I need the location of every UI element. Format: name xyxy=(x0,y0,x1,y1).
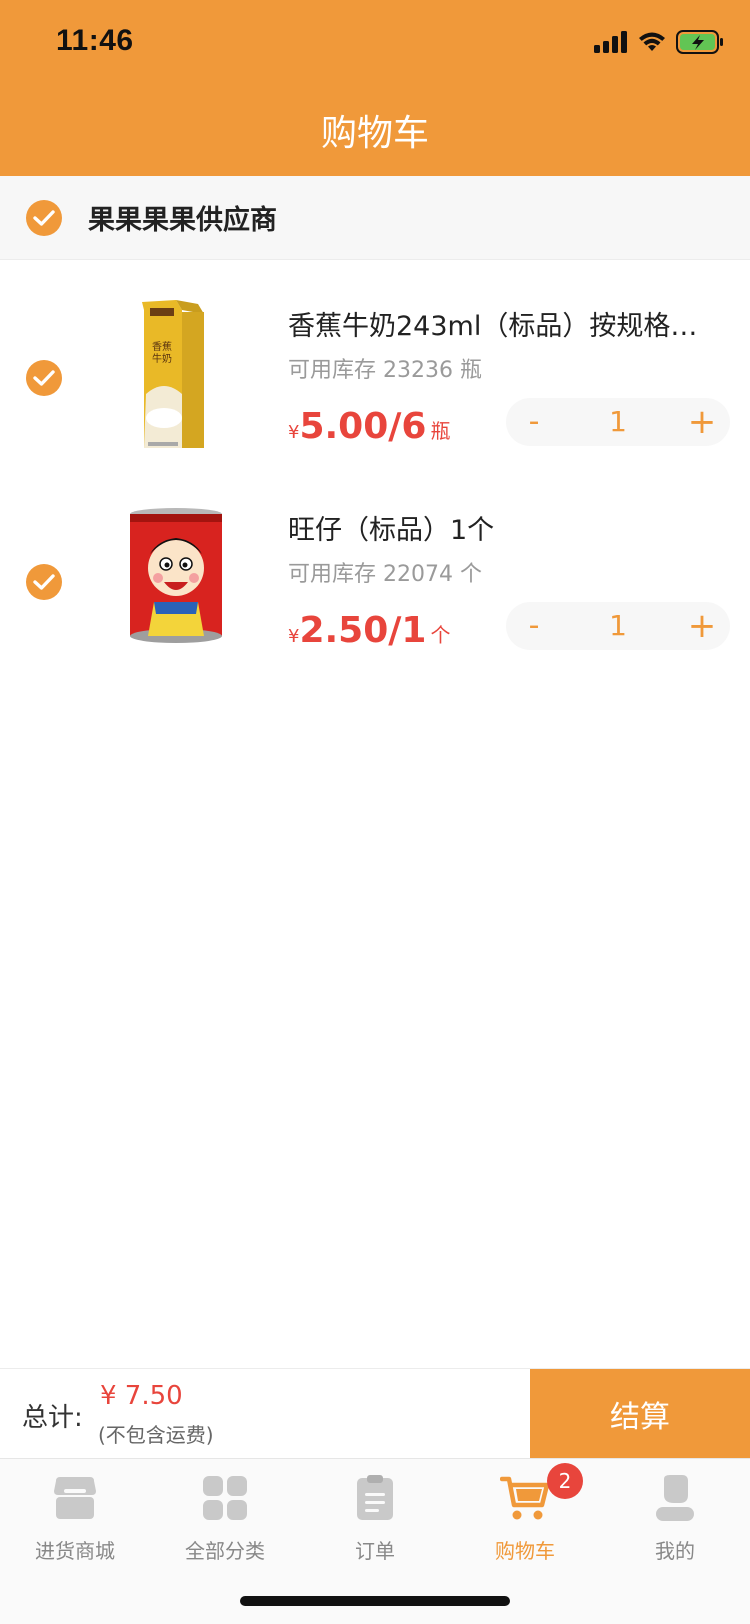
check-icon xyxy=(33,210,55,226)
tab-cart[interactable]: 2 购物车 xyxy=(450,1459,600,1589)
quantity-value[interactable]: 1 xyxy=(586,602,650,650)
total-bar: 总计: ¥ 7.50 (不包含运费) 结算 xyxy=(0,1368,750,1459)
price-value: 5.00/6 xyxy=(299,406,427,447)
banana-milk-product-image[interactable]: 香蕉 牛奶 xyxy=(120,298,270,448)
store-icon xyxy=(54,1477,96,1519)
cart-item: 旺仔（标品）1个 可用库存 22074 个 ¥2.50/1 个 - 1 + xyxy=(0,472,750,672)
item-price: ¥2.50/1 个 xyxy=(288,610,450,651)
item-checkbox[interactable] xyxy=(26,564,62,600)
total-amount: ¥ 7.50 xyxy=(100,1381,183,1411)
item-price: ¥5.00/6 瓶 xyxy=(288,406,450,447)
price-currency: ¥ xyxy=(288,422,300,443)
tab-label: 进货商城 xyxy=(35,1539,115,1563)
decrease-button[interactable]: - xyxy=(514,398,554,446)
cart-icon xyxy=(500,1476,550,1520)
tab-categories[interactable]: 全部分类 xyxy=(150,1459,300,1589)
svg-text:香蕉: 香蕉 xyxy=(152,341,172,353)
item-title[interactable]: 香蕉牛奶243ml（标品）按规格… xyxy=(288,304,728,343)
wifi-icon xyxy=(639,32,665,51)
check-icon xyxy=(33,574,55,590)
checkout-button[interactable]: 结算 xyxy=(530,1369,750,1459)
supplier-name: 果果果果供应商 xyxy=(88,205,277,236)
item-title[interactable]: 旺仔（标品）1个 xyxy=(288,508,728,547)
home-indicator[interactable] xyxy=(240,1596,510,1606)
tab-orders[interactable]: 订单 xyxy=(300,1459,450,1589)
tab-label: 订单 xyxy=(355,1539,395,1563)
item-checkbox[interactable] xyxy=(26,360,62,396)
quantity-value[interactable]: 1 xyxy=(586,398,650,446)
status-time: 11:46 xyxy=(56,24,134,57)
shipping-note: (不包含运费) xyxy=(98,1423,214,1447)
price-value: 2.50/1 xyxy=(299,610,427,651)
quantity-stepper: - 1 + xyxy=(506,398,730,446)
svg-text:牛奶: 牛奶 xyxy=(152,352,172,365)
item-stock: 可用库存 23236 瓶 xyxy=(288,358,482,383)
tab-label: 购物车 xyxy=(495,1539,555,1563)
total-label: 总计: xyxy=(22,1403,83,1433)
battery-icon xyxy=(676,30,723,54)
grid-icon xyxy=(203,1476,247,1520)
price-unit: 瓶 xyxy=(430,419,451,443)
increase-button[interactable]: + xyxy=(682,398,722,446)
tab-label: 全部分类 xyxy=(185,1539,265,1563)
price-unit: 个 xyxy=(430,623,451,647)
wangzai-milk-product-image[interactable] xyxy=(120,502,270,652)
page-title: 购物车 xyxy=(320,113,429,154)
user-icon xyxy=(656,1475,694,1521)
quantity-stepper: - 1 + xyxy=(506,602,730,650)
check-icon xyxy=(33,370,55,386)
price-currency: ¥ xyxy=(288,626,300,647)
status-icons xyxy=(594,30,724,54)
increase-button[interactable]: + xyxy=(682,602,722,650)
tab-profile[interactable]: 我的 xyxy=(600,1459,750,1589)
tab-store[interactable]: 进货商城 xyxy=(0,1459,150,1589)
supplier-row[interactable]: 果果果果供应商 xyxy=(0,176,750,260)
tab-label: 我的 xyxy=(655,1539,695,1563)
clipboard-icon xyxy=(357,1475,393,1520)
cart-item: 香蕉 牛奶 香蕉牛奶243ml（标品）按规格… 可用库存 23236 瓶 ¥5.… xyxy=(0,268,750,468)
decrease-button[interactable]: - xyxy=(514,602,554,650)
supplier-checkbox[interactable] xyxy=(26,200,62,236)
cart-badge: 2 xyxy=(547,1463,583,1499)
signal-icon xyxy=(594,31,627,53)
header-bar: 11:46 购物车 xyxy=(0,0,750,176)
item-stock: 可用库存 22074 个 xyxy=(288,562,482,587)
